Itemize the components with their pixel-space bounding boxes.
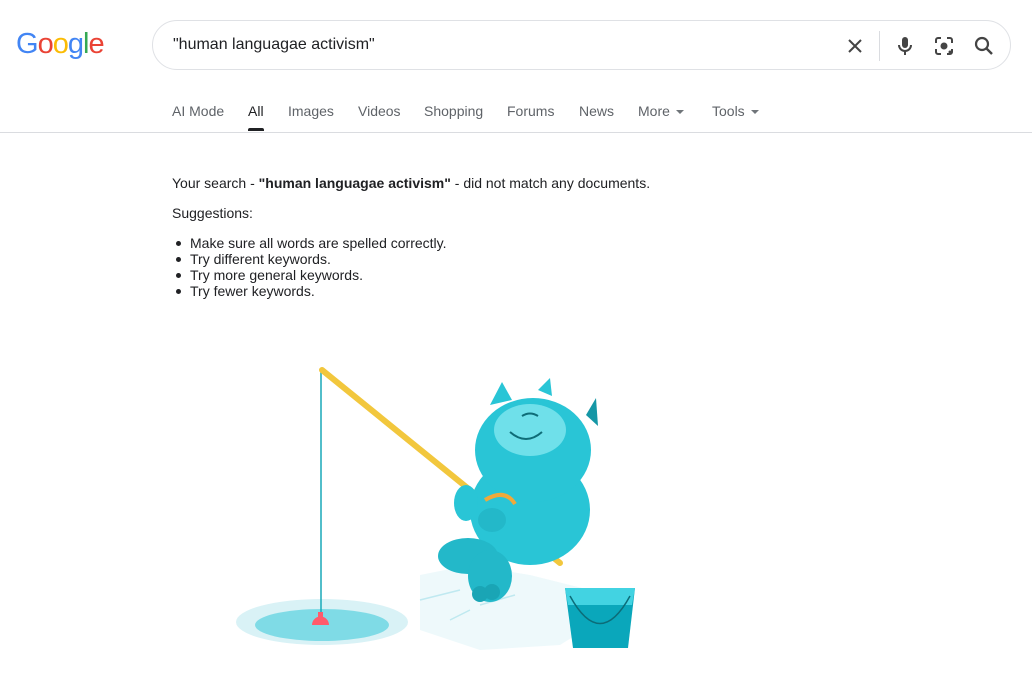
close-icon[interactable] bbox=[843, 34, 867, 58]
google-logo[interactable]: Google bbox=[16, 28, 105, 60]
tab-all[interactable]: All bbox=[248, 103, 264, 119]
tab-shopping[interactable]: Shopping bbox=[424, 103, 483, 119]
search-tabs: AI Mode All Images Videos Shopping Forum… bbox=[0, 90, 1032, 133]
list-item: Try more general keywords. bbox=[172, 267, 447, 283]
chevron-down-icon bbox=[750, 110, 759, 115]
logo-letter: o bbox=[52, 28, 69, 60]
fishing-yeti-illustration bbox=[236, 367, 635, 650]
message-suffix: - did not match any documents. bbox=[450, 175, 651, 191]
no-results-message: Your search - "human languagae activism"… bbox=[172, 175, 650, 191]
tab-ai-mode[interactable]: AI Mode bbox=[172, 103, 224, 119]
tab-tools-label: Tools bbox=[712, 103, 745, 119]
logo-letter: o bbox=[37, 28, 54, 60]
camera-lens-icon[interactable] bbox=[932, 34, 956, 58]
tab-forums[interactable]: Forums bbox=[507, 103, 554, 119]
suggestions-list: Make sure all words are spelled correctl… bbox=[172, 235, 447, 299]
tab-more-label: More bbox=[638, 103, 670, 119]
message-query: "human languagae activism" bbox=[258, 175, 451, 191]
divider bbox=[879, 31, 880, 61]
search-input[interactable]: "human languagae activism" bbox=[173, 36, 375, 54]
tab-videos[interactable]: Videos bbox=[358, 103, 401, 119]
message-prefix: Your search - bbox=[172, 175, 259, 191]
search-icon[interactable] bbox=[972, 34, 996, 58]
tab-news[interactable]: News bbox=[579, 103, 614, 119]
active-tab-indicator bbox=[248, 128, 264, 131]
list-item: Try fewer keywords. bbox=[172, 283, 447, 299]
tab-images[interactable]: Images bbox=[288, 103, 334, 119]
logo-letter: e bbox=[88, 28, 104, 60]
logo-letter: G bbox=[16, 28, 39, 60]
search-box[interactable]: "human languagae activism" bbox=[152, 20, 1011, 70]
list-item: Try different keywords. bbox=[172, 251, 447, 267]
microphone-icon[interactable] bbox=[893, 34, 917, 58]
logo-letter: g bbox=[67, 28, 84, 60]
suggestions-label: Suggestions: bbox=[172, 205, 253, 221]
tab-more[interactable]: More bbox=[638, 103, 684, 119]
list-item: Make sure all words are spelled correctl… bbox=[172, 235, 447, 251]
tab-tools[interactable]: Tools bbox=[712, 103, 759, 119]
chevron-down-icon bbox=[675, 110, 684, 115]
